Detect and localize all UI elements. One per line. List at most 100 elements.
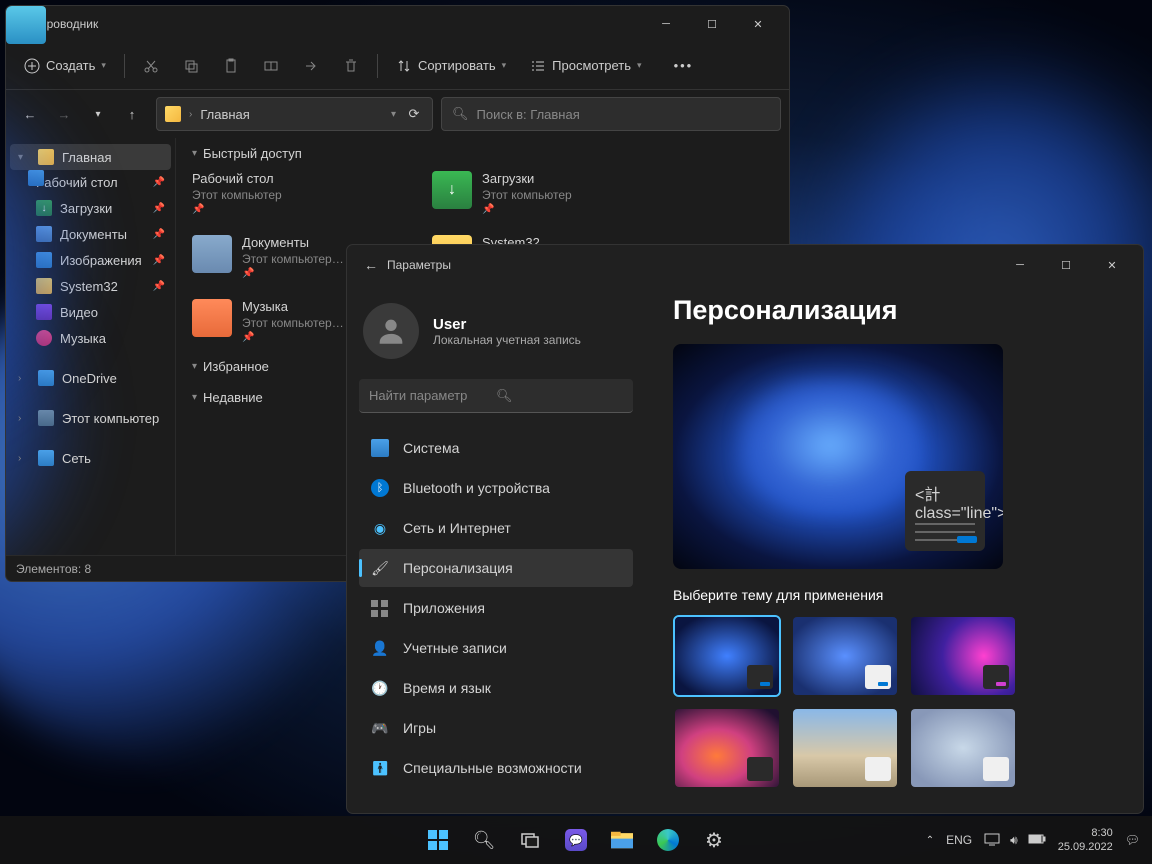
search-icon: 🔍︎ [496,388,623,404]
wifi-icon: ◉ [371,519,389,537]
share-button[interactable] [293,52,329,80]
pin-icon: 📌 [153,177,165,188]
bluetooth-icon: ᛒ [371,479,389,497]
copy-icon [183,58,199,74]
pin-icon: 📌 [482,204,572,215]
up-button[interactable]: ↑ [116,98,148,130]
avatar [363,303,419,359]
explorer-navbar: ← → ▾ ↑ › Главная ▾ ⟳ 🔍︎ Поиск в: Главна… [6,90,789,138]
explorer-toolbar: Создать ▾ Сортировать ▾ Просмотреть ▾ ••… [6,42,789,90]
clock[interactable]: 8:30 25.09.2022 [1058,826,1113,855]
nav-apps[interactable]: Приложения [359,589,633,627]
cut-button[interactable] [133,52,169,80]
brush-icon: 🖌 [371,559,389,577]
theme-option-vi[interactable] [791,707,899,789]
pin-icon: 📌 [153,281,165,292]
chat-icon: 💬 [565,829,587,851]
folder-icon [192,235,232,273]
pin-icon: 📌 [192,204,282,215]
nav-bluetooth[interactable]: ᛒBluetooth и устройства [359,469,633,507]
task-view-button[interactable] [510,820,550,860]
search-input[interactable]: 🔍︎ Поиск в: Главная [441,97,781,131]
theme-option-4[interactable] [673,707,781,789]
settings-title: Параметры [387,258,997,272]
chevron-down-icon[interactable]: ▾ [391,109,396,120]
close-button[interactable]: ✕ [735,8,781,40]
refresh-button[interactable]: ⟳ [404,106,424,122]
settings-sidebar: User Локальная учетная запись Найти пара… [347,285,645,813]
folder-icon [432,171,472,209]
taskbar-explorer[interactable] [602,820,642,860]
user-block[interactable]: User Локальная учетная запись [359,293,633,369]
settings-search-input[interactable]: Найти параметр 🔍︎ [359,379,633,413]
taskbar-edge[interactable] [648,820,688,860]
breadcrumb[interactable]: Главная [200,107,249,122]
explorer-title: Проводник [38,17,643,31]
nav-games[interactable]: 🎮Игры [359,709,633,747]
back-button[interactable]: ← [355,257,387,273]
user-name: User [433,316,581,333]
delete-icon [343,58,359,74]
theme-option-6[interactable] [909,707,1017,789]
item-desktop[interactable]: Рабочий столЭтот компьютер📌 [192,171,392,215]
address-bar[interactable]: › Главная ▾ ⟳ [156,97,433,131]
settings-window: ← Параметры ─ ☐ ✕ User Локальная учетная… [346,244,1144,814]
taskview-icon [520,830,540,850]
section-quick-access[interactable]: ▾Быстрый доступ [192,146,773,161]
tray-expand-button[interactable]: ⌃ [926,835,934,846]
explorer-icon [611,829,633,851]
page-heading: Персонализация [673,295,1115,326]
settings-content: Персонализация <計 class="line"> Выберите… [645,285,1143,813]
search-icon: 🔍︎ [452,106,469,122]
cut-icon [143,58,159,74]
theme-section-label: Выберите тему для применения [673,587,1115,603]
explorer-titlebar[interactable]: Проводник ─ ☐ ✕ [6,6,789,42]
nav-personalization[interactable]: 🖌Персонализация [359,549,633,587]
theme-option-3[interactable] [909,615,1017,697]
network-tray-icon[interactable] [984,832,1000,849]
notifications-button[interactable]: 💬︎ [1125,833,1140,847]
windows-icon [428,830,448,850]
minimize-button[interactable]: ─ [997,249,1043,281]
user-type: Локальная учетная запись [433,333,581,347]
rename-icon [263,58,279,74]
theme-option-1[interactable] [673,615,781,697]
nav-accounts[interactable]: 👤Учетные записи [359,629,633,667]
battery-tray-icon[interactable] [1028,833,1046,848]
sort-button[interactable]: Сортировать ▾ [386,52,516,80]
nav-system[interactable]: Система [359,429,633,467]
gamepad-icon: 🎮 [371,719,389,737]
close-button[interactable]: ✕ [1089,249,1135,281]
nav-accessibility[interactable]: 🚹︎Специальные возможности [359,749,633,787]
theme-preview: <計 class="line"> [673,344,1003,569]
language-indicator[interactable]: ENG [946,833,972,847]
theme-option-2[interactable] [791,615,899,697]
view-button[interactable]: Просмотреть ▾ [520,52,651,80]
rename-button[interactable] [253,52,289,80]
nav-time[interactable]: 🕐Время и язык [359,669,633,707]
start-button[interactable] [418,820,458,860]
monitor-icon [371,439,389,457]
taskbar-search[interactable]: 🔍︎ [464,820,504,860]
pin-icon: 📌 [242,332,344,343]
edge-icon [657,829,679,851]
paste-button[interactable] [213,52,249,80]
delete-button[interactable] [333,52,369,80]
copy-button[interactable] [173,52,209,80]
share-icon [303,58,319,74]
folder-icon [192,299,232,337]
more-button[interactable]: ••• [664,52,704,79]
view-icon [530,58,546,74]
settings-titlebar[interactable]: ← Параметры ─ ☐ ✕ [347,245,1143,285]
taskbar-settings[interactable]: ⚙ [694,820,734,860]
paste-icon [223,58,239,74]
pin-icon: 📌 [153,255,165,266]
minimize-button[interactable]: ─ [643,8,689,40]
dots-icon: ••• [674,58,694,73]
item-downloads[interactable]: ЗагрузкиЭтот компьютер📌 [432,171,632,215]
maximize-button[interactable]: ☐ [689,8,735,40]
taskbar-chat[interactable]: 💬 [556,820,596,860]
volume-tray-icon[interactable]: 🔊︎ [1010,833,1018,848]
maximize-button[interactable]: ☐ [1043,249,1089,281]
nav-network[interactable]: ◉Сеть и Интернет [359,509,633,547]
